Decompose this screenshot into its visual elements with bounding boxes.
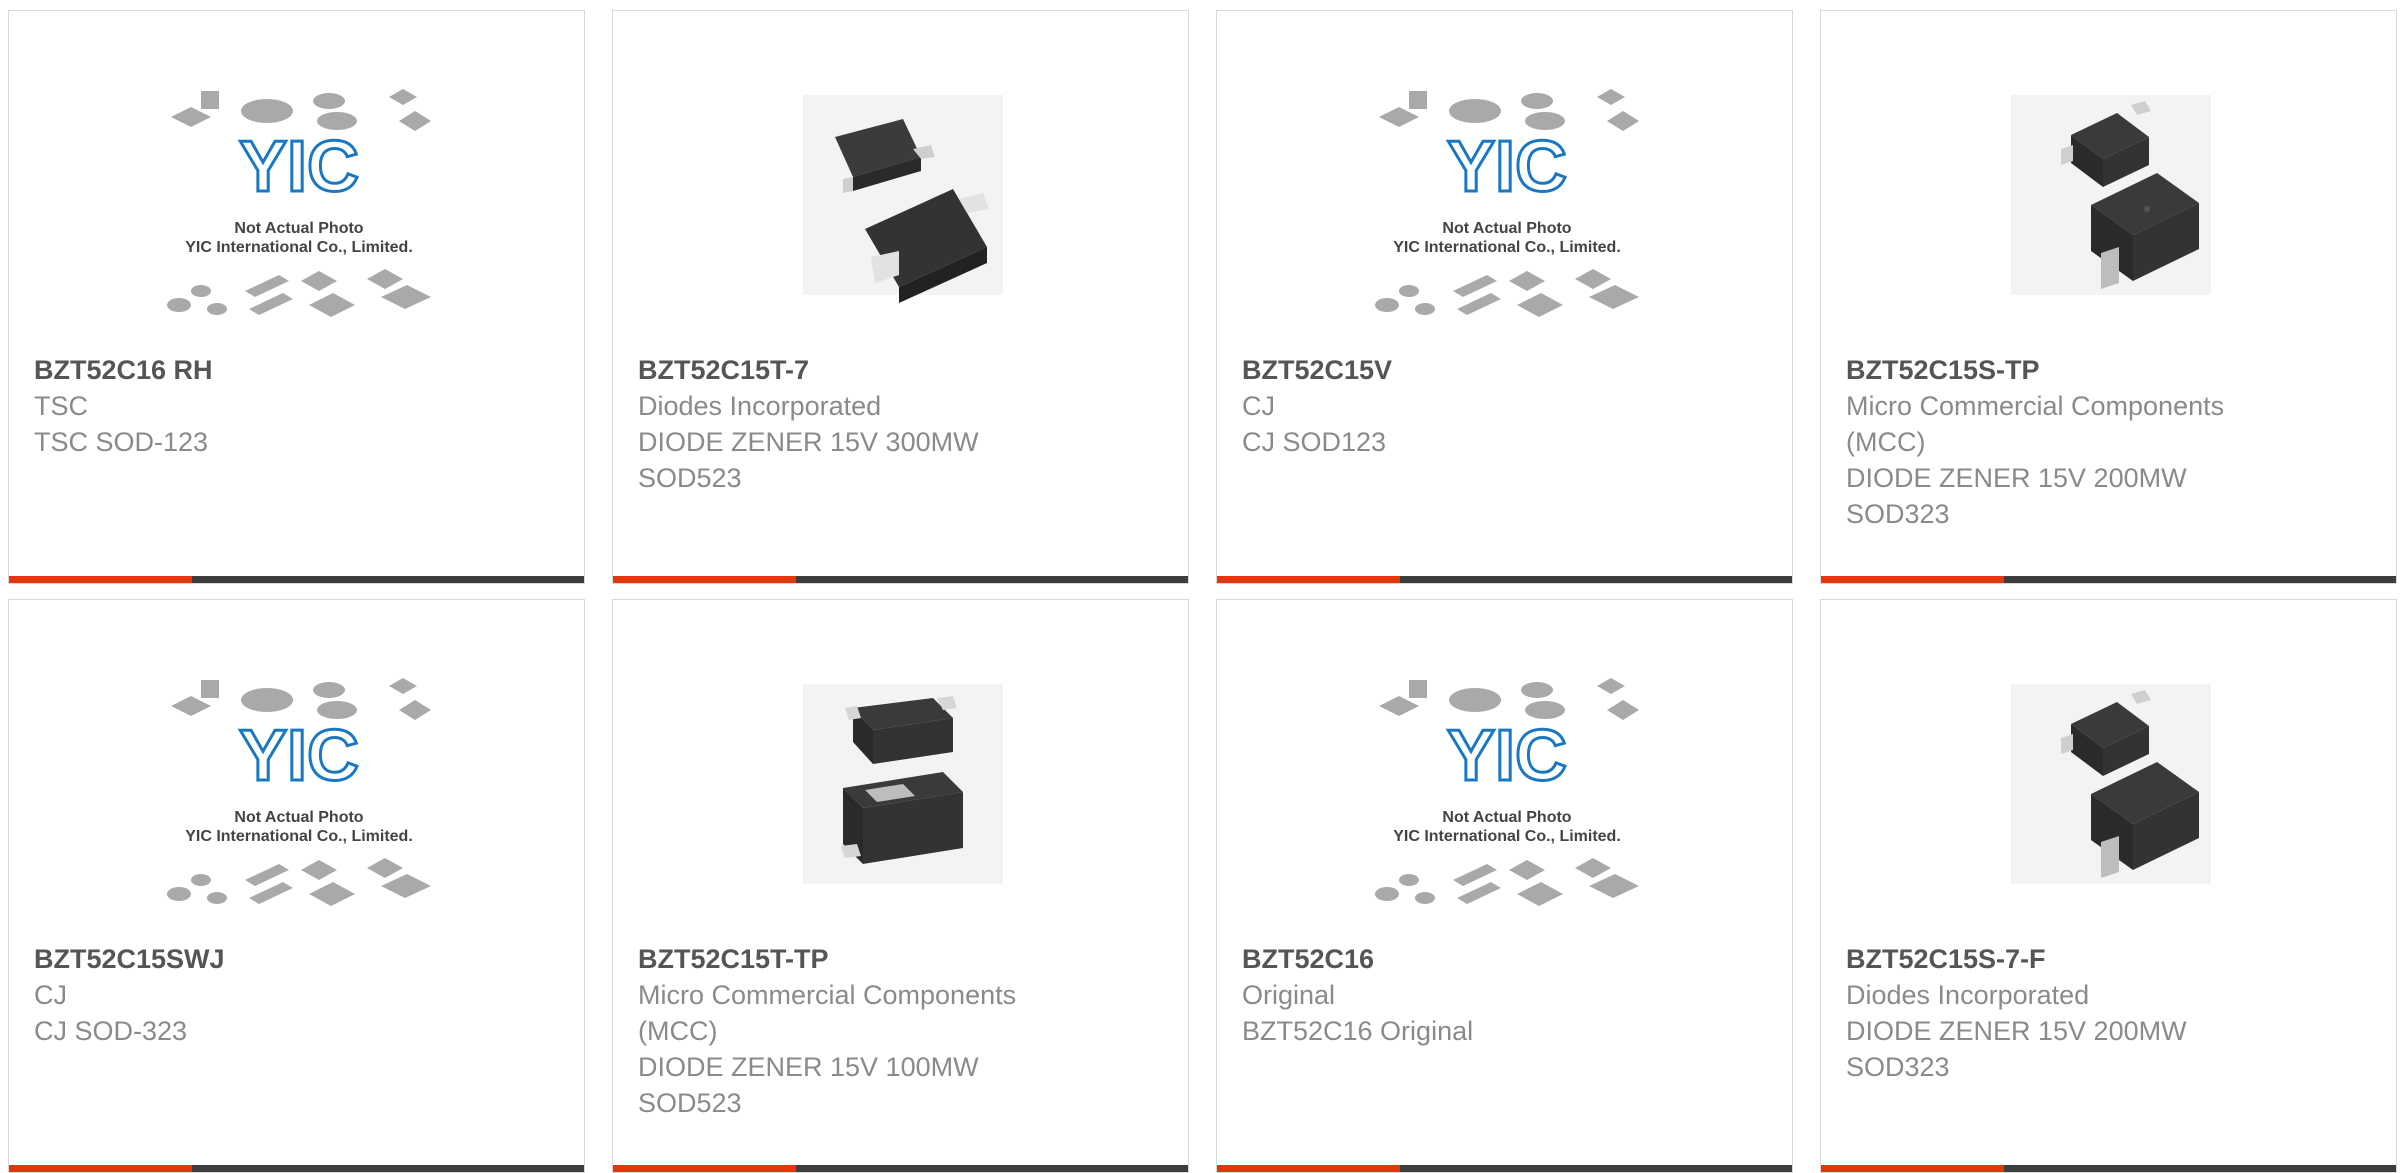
manufacturer: Micro Commercial Components (MCC) (1846, 391, 2225, 457)
product-image-sod523 (803, 684, 1003, 884)
product-image-sod323 (2011, 95, 2211, 295)
card-footer-bar (9, 1165, 584, 1172)
card-footer-bar (1821, 576, 2396, 583)
part-number[interactable]: BZT52C15T-7 (638, 353, 1168, 387)
card-footer-accent (9, 576, 192, 583)
description: DIODE ZENER 15V 200MW SOD323 (1846, 1016, 2187, 1082)
card-footer-accent (1821, 1165, 2004, 1172)
svg-text:YIC: YIC (239, 127, 359, 207)
manufacturer: CJ (1242, 391, 1275, 421)
description: CJ SOD123 (1242, 427, 1387, 457)
manufacturer: Diodes Incorporated (638, 391, 882, 421)
product-card[interactable]: BZT52C15S-7-F Diodes Incorporated DIODE … (1820, 599, 2397, 1173)
manufacturer: TSC (34, 391, 88, 421)
product-image-placeholder: YIC Not Actual Photo YIC International C… (167, 89, 431, 317)
part-number[interactable]: BZT52C15S-7-F (1846, 942, 2376, 976)
product-image-sod323 (2011, 684, 2211, 884)
svg-text:Not Actual Photo: Not Actual Photo (234, 809, 363, 826)
svg-text:YIC: YIC (239, 716, 359, 796)
svg-text:Not Actual Photo: Not Actual Photo (1442, 220, 1571, 237)
card-footer-accent (1217, 1165, 1400, 1172)
svg-text:YIC: YIC (1447, 127, 1567, 207)
part-number[interactable]: BZT52C15SWJ (34, 942, 564, 976)
product-image-placeholder: YIC Not Actual Photo YIC International C… (167, 678, 431, 906)
product-card[interactable]: YIC Not Actual Photo YIC International C… (8, 10, 585, 584)
card-footer-bar (1217, 576, 1792, 583)
part-number[interactable]: BZT52C15V (1242, 353, 1772, 387)
card-footer-accent (1217, 576, 1400, 583)
part-number[interactable]: BZT52C15T-TP (638, 942, 1168, 976)
svg-text:YIC International Co., Limited: YIC International Co., Limited. (185, 239, 413, 256)
card-footer-accent (613, 576, 796, 583)
product-card[interactable]: YIC Not Actual Photo YIC International C… (8, 599, 585, 1173)
product-card[interactable]: YIC Not Actual Photo YIC International C… (1216, 599, 1793, 1173)
description: DIODE ZENER 15V 300MW SOD523 (638, 427, 979, 493)
svg-text:Not Actual Photo: Not Actual Photo (234, 220, 363, 237)
card-footer-bar (1217, 1165, 1792, 1172)
svg-text:YIC International Co., Limited: YIC International Co., Limited. (185, 828, 413, 845)
card-footer-bar (9, 576, 584, 583)
product-image-sod523 (803, 95, 1003, 303)
description: DIODE ZENER 15V 200MW SOD323 (1846, 463, 2187, 529)
product-card[interactable]: BZT52C15T-7 Diodes Incorporated DIODE ZE… (612, 10, 1189, 584)
svg-text:YIC International Co., Limited: YIC International Co., Limited. (1393, 239, 1621, 256)
product-card[interactable]: BZT52C15T-TP Micro Commercial Components… (612, 599, 1189, 1173)
svg-text:YIC: YIC (1447, 716, 1567, 796)
part-number[interactable]: BZT52C16 (1242, 942, 1772, 976)
manufacturer: Micro Commercial Components (MCC) (638, 980, 1017, 1046)
card-footer-accent (1821, 576, 2004, 583)
description: DIODE ZENER 15V 100MW SOD523 (638, 1052, 979, 1118)
card-footer-bar (1821, 1165, 2396, 1172)
card-footer-accent (613, 1165, 796, 1172)
part-number[interactable]: BZT52C16 RH (34, 353, 564, 387)
part-number[interactable]: BZT52C15S-TP (1846, 353, 2376, 387)
description: BZT52C16 Original (1242, 1016, 1474, 1046)
product-card[interactable]: BZT52C15S-TP Micro Commercial Components… (1820, 10, 2397, 584)
manufacturer: CJ (34, 980, 67, 1010)
manufacturer: Original (1242, 980, 1336, 1010)
card-footer-bar (613, 576, 1188, 583)
svg-text:Not Actual Photo: Not Actual Photo (1442, 809, 1571, 826)
description: CJ SOD-323 (34, 1016, 188, 1046)
product-card[interactable]: YIC Not Actual Photo YIC International C… (1216, 10, 1793, 584)
product-image-placeholder: YIC Not Actual Photo YIC International C… (1375, 89, 1639, 317)
product-grid: YIC Not Actual Photo YIC International C… (0, 0, 2400, 1173)
card-footer-accent (9, 1165, 192, 1172)
manufacturer: Diodes Incorporated (1846, 980, 2090, 1010)
product-image-placeholder: YIC Not Actual Photo YIC International C… (1375, 678, 1639, 906)
description: TSC SOD-123 (34, 427, 209, 457)
card-footer-bar (613, 1165, 1188, 1172)
svg-text:YIC International Co., Limited: YIC International Co., Limited. (1393, 828, 1621, 845)
